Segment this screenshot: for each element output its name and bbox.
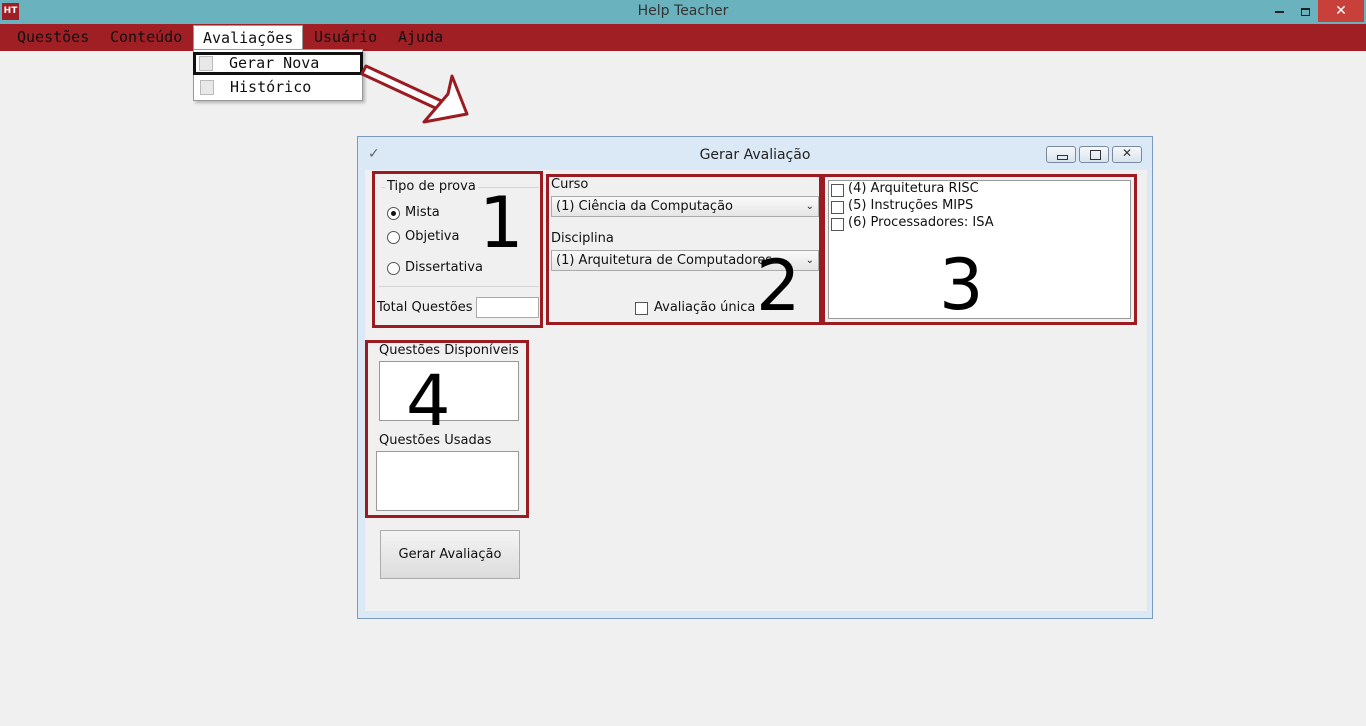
restore-button[interactable] xyxy=(1292,0,1318,22)
menu-questoes[interactable]: Questões xyxy=(8,24,98,51)
history-document-icon xyxy=(200,80,214,95)
conteudo-label-4: (4) Arquitetura RISC xyxy=(848,181,979,196)
app-title: Help Teacher xyxy=(637,3,729,19)
radio-objetiva[interactable] xyxy=(387,231,400,244)
conteudo-checkbox-5[interactable] xyxy=(831,201,844,214)
new-document-icon xyxy=(199,56,213,71)
minimize-button[interactable] xyxy=(1266,0,1292,22)
menu-ajuda[interactable]: Ajuda xyxy=(389,24,452,51)
disciplina-label: Disciplina xyxy=(551,231,614,246)
menu-item-gerar-nova-label: Gerar Nova xyxy=(229,54,320,72)
annotation-number-4: 4 xyxy=(406,360,451,442)
tipo-group-label: Tipo de prova xyxy=(385,179,478,194)
close-button[interactable]: ✕ xyxy=(1318,0,1364,22)
total-questoes-input[interactable] xyxy=(476,297,539,318)
conteudo-label-6: (6) Processadores: ISA xyxy=(848,215,994,230)
avaliacao-unica-label: Avaliação única xyxy=(654,300,756,315)
chevron-down-icon: ⌄ xyxy=(805,255,814,266)
dialog-close-button[interactable]: ✕ xyxy=(1112,146,1142,163)
menu-item-gerar-nova[interactable]: Gerar Nova xyxy=(193,52,363,75)
menu-item-historico[interactable]: Histórico xyxy=(194,76,362,100)
menu-usuario[interactable]: Usuário xyxy=(305,24,386,51)
gerar-avaliacao-button[interactable]: Gerar Avaliação xyxy=(380,530,520,579)
chevron-down-icon: ⌄ xyxy=(805,201,814,212)
radio-dissertativa[interactable] xyxy=(387,262,400,275)
annotation-number-2: 2 xyxy=(756,245,801,327)
radio-mista[interactable] xyxy=(387,207,400,220)
total-questoes-label: Total Questões xyxy=(377,300,473,315)
app-titlebar: HT Help Teacher ✕ xyxy=(0,0,1366,24)
avaliacoes-dropdown: Gerar Nova Histórico xyxy=(193,49,363,101)
dialog-minimize-button[interactable] xyxy=(1046,146,1076,163)
gerar-avaliacao-window: ✓ Gerar Avaliação ✕ Tipo de prova Mista … xyxy=(357,136,1153,619)
menu-conteudo[interactable]: Conteúdo xyxy=(101,24,191,51)
questoes-disponiveis-label: Questões Disponíveis xyxy=(379,343,519,358)
radio-objetiva-label: Objetiva xyxy=(405,229,460,244)
radio-dissertativa-label: Dissertativa xyxy=(405,260,483,275)
conteudo-checkbox-6[interactable] xyxy=(831,218,844,231)
radio-mista-label: Mista xyxy=(405,205,440,220)
menubar: Questões Conteúdo Avaliações Usuário Aju… xyxy=(0,24,1366,51)
curso-label: Curso xyxy=(551,177,589,192)
annotation-number-3: 3 xyxy=(939,244,984,326)
minimize-icon xyxy=(1274,10,1284,13)
annotation-arrow-icon xyxy=(360,64,469,124)
menu-avaliacoes[interactable]: Avaliações xyxy=(193,25,304,50)
conteudo-checkbox-4[interactable] xyxy=(831,184,844,197)
avaliacao-unica-checkbox[interactable] xyxy=(635,302,648,315)
curso-select[interactable]: (1) Ciência da Computação ⌄ xyxy=(551,196,819,217)
menu-item-historico-label: Histórico xyxy=(230,78,312,96)
dialog-close-icon: ✕ xyxy=(1121,146,1133,160)
dialog-client-area: Tipo de prova Mista Objetiva Dissertativ… xyxy=(365,170,1147,611)
questoes-usadas-list[interactable] xyxy=(376,451,519,511)
close-icon: ✕ xyxy=(1335,3,1347,19)
restore-icon xyxy=(1300,7,1310,16)
disciplina-select-value: (1) Arquitetura de Computadores xyxy=(556,253,773,268)
dialog-title: Gerar Avaliação xyxy=(699,147,811,163)
tipo-divider xyxy=(379,286,539,287)
conteudo-label-5: (5) Instruções MIPS xyxy=(848,198,974,213)
curso-select-value: (1) Ciência da Computação xyxy=(556,199,733,214)
dialog-maximize-button[interactable] xyxy=(1079,146,1109,163)
annotation-number-1: 1 xyxy=(479,182,524,264)
